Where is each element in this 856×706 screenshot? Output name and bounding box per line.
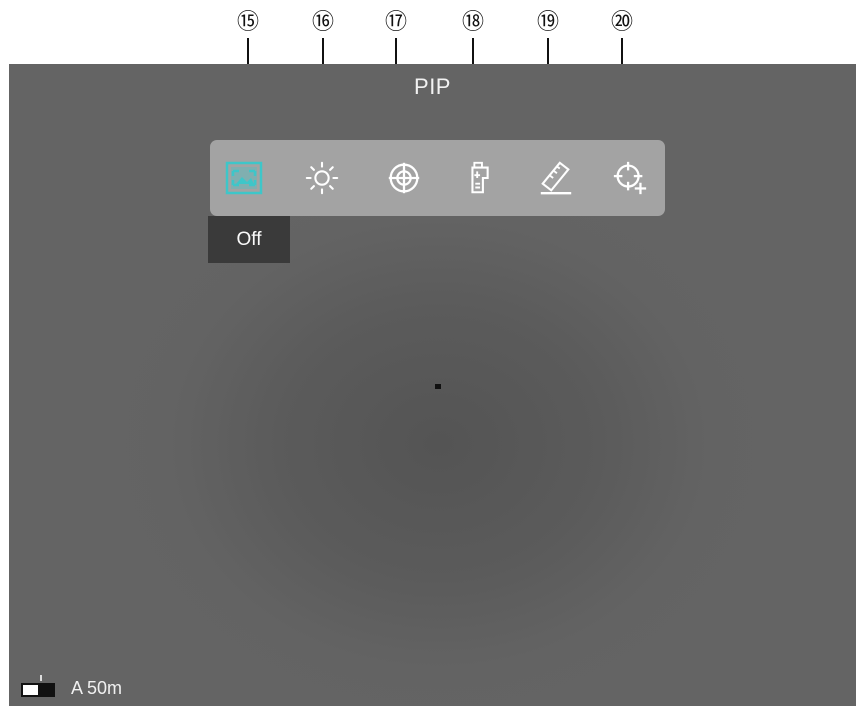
status-bar: A 50m: [21, 675, 123, 700]
rangefinder-ruler-icon: [540, 161, 572, 195]
battery-icon: [21, 683, 55, 697]
battery-indicator: [21, 675, 59, 699]
reticle-button[interactable]: [384, 158, 424, 198]
center-reticle-dot: [435, 384, 441, 389]
thermal-view: PIP Off A 50m: [9, 64, 856, 706]
battery-level-fill: [38, 685, 53, 695]
brightness-icon: [305, 161, 339, 195]
callout-row: ⑮ ⑯ ⑰ ⑱ ⑲ ⑳: [0, 0, 856, 138]
zeroing-button[interactable]: [461, 158, 501, 198]
reticle-icon: [388, 162, 420, 194]
zeroing-icon: [471, 161, 489, 194]
menu-title: PIP: [414, 74, 451, 99]
pip-icon: [225, 161, 263, 195]
rangefinder-button[interactable]: [536, 158, 576, 198]
menu-toolbar: [210, 140, 665, 216]
pip-status-tooltip: Off: [208, 216, 290, 263]
crosshair-add-button[interactable]: [610, 158, 650, 198]
range-readout: A 50m: [71, 677, 123, 698]
brightness-button[interactable]: [302, 158, 342, 198]
battery-marker: [40, 675, 42, 681]
pip-button[interactable]: [224, 158, 264, 198]
crosshair-add-icon: [613, 161, 647, 195]
